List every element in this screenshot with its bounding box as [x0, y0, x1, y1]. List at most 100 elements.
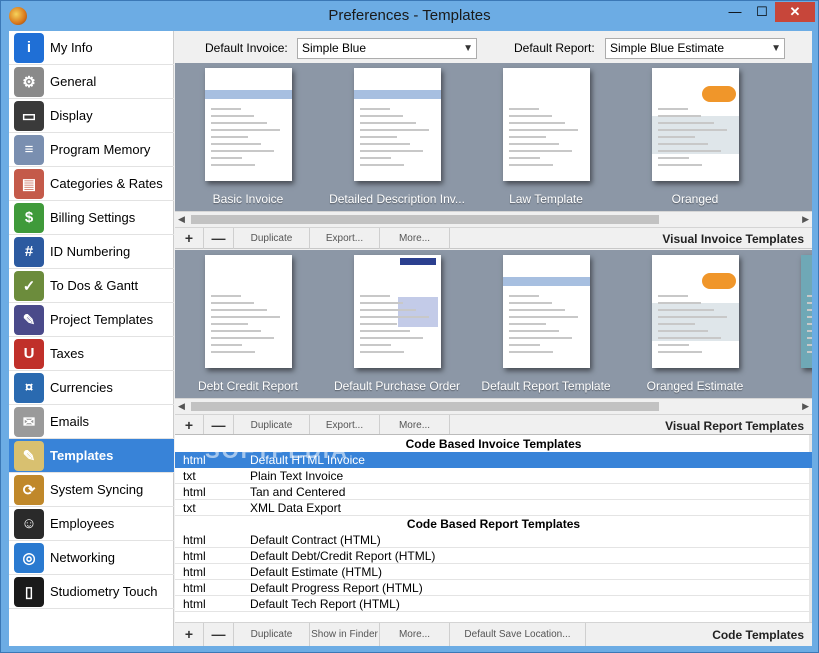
sidebar-item-label: General [50, 74, 97, 89]
sidebar-item-templates[interactable]: ✎ Templates [9, 439, 174, 473]
sidebar-item-categories-rates[interactable]: ▤ Categories & Rates [9, 167, 174, 201]
template-name: Oranged Estimate [646, 379, 744, 393]
more-invoice-options-button[interactable]: More... [380, 228, 450, 249]
preview-decoration [211, 157, 242, 159]
preview-decoration [658, 136, 695, 138]
chevron-down-icon: ▼ [771, 43, 781, 54]
duplicate-code-template-button[interactable]: Duplicate [234, 623, 310, 646]
scrollbar-thumb[interactable] [191, 402, 659, 411]
template-name: Default Purchase Order [333, 379, 461, 393]
template-preview-5[interactable] [801, 255, 812, 368]
list-item[interactable]: txt Plain Text Invoice [175, 468, 812, 484]
preview-decoration [360, 351, 404, 353]
default-save-location-button[interactable]: Default Save Location... [450, 623, 586, 646]
template-preview-1[interactable] [205, 255, 292, 368]
sidebar-item-id-numbering[interactable]: # ID Numbering [9, 235, 174, 269]
scroll-right-icon[interactable]: ▶ [802, 212, 809, 227]
list-item[interactable]: html Default Debt/Credit Report (HTML) [175, 548, 812, 564]
sidebar-item-label: Emails [50, 414, 90, 429]
list-item[interactable]: html Tan and Centered [175, 484, 812, 500]
sidebar-item-label: Taxes [50, 346, 84, 361]
preview-decoration [807, 344, 812, 346]
remove-code-template-button[interactable]: — [204, 623, 234, 646]
todo-icon: ✓ [14, 270, 44, 301]
preview-decoration [509, 316, 578, 318]
invoice-gallery-scrollbar[interactable]: ◀ ▶ [175, 211, 812, 226]
template-type: html [183, 581, 206, 595]
preview-decoration [509, 129, 578, 131]
template-preview-3[interactable] [503, 68, 590, 181]
scroll-right-icon[interactable]: ▶ [802, 399, 809, 414]
sidebar-item-currencies[interactable]: ¤ Currencies [9, 371, 174, 405]
list-item[interactable]: html Default Tech Report (HTML) [175, 596, 812, 612]
add-invoice-template-button[interactable]: + [175, 228, 204, 249]
default-invoice-select[interactable]: Simple Blue ▼ [297, 38, 477, 59]
duplicate-report-template-button[interactable]: Duplicate [234, 415, 310, 436]
sidebar-item-display[interactable]: ▭ Display [9, 99, 174, 133]
sidebar-item-networking[interactable]: ◎ Networking [9, 541, 174, 575]
list-item[interactable]: html Default Contract (HTML) [175, 532, 812, 548]
report-gallery-scrollbar[interactable]: ◀ ▶ [175, 398, 812, 413]
remove-invoice-template-button[interactable]: — [204, 228, 234, 249]
list-item[interactable]: html Default Progress Report (HTML) [175, 580, 812, 596]
sidebar-item-label: Categories & Rates [50, 176, 163, 191]
default-report-select[interactable]: Simple Blue Estimate ▼ [605, 38, 785, 59]
sidebar-item-billing-settings[interactable]: $ Billing Settings [9, 201, 174, 235]
scroll-left-icon[interactable]: ◀ [178, 399, 185, 414]
sync-icon: ⟳ [14, 474, 44, 505]
list-item[interactable]: html Default Estimate (HTML) [175, 564, 812, 580]
template-preview-4[interactable] [652, 255, 739, 368]
more-report-options-button[interactable]: More... [380, 415, 450, 436]
sidebar-item-taxes[interactable]: U Taxes [9, 337, 174, 371]
close-button[interactable]: ✕ [775, 2, 815, 22]
maximize-button[interactable]: ☐ [749, 2, 775, 22]
sidebar-item-studiometry-touch[interactable]: ▯ Studiometry Touch [9, 575, 174, 609]
preview-decoration [658, 295, 688, 297]
sidebar-item-emails[interactable]: ✉ Emails [9, 405, 174, 439]
export-invoice-template-button[interactable]: Export... [310, 228, 380, 249]
sidebar-item-system-syncing[interactable]: ⟳ System Syncing [9, 473, 174, 507]
add-report-template-button[interactable]: + [175, 415, 204, 436]
template-preview-2[interactable] [354, 68, 441, 181]
preview-decoration [509, 157, 540, 159]
template-name: Default Progress Report (HTML) [250, 581, 423, 595]
sidebar-item-employees[interactable]: ☺ Employees [9, 507, 174, 541]
template-preview-4[interactable] [652, 68, 739, 181]
preview-decoration [658, 344, 689, 346]
template-type: html [183, 565, 206, 579]
template-preview-2[interactable] [354, 255, 441, 368]
preview-decoration [360, 129, 429, 131]
template-preview-1[interactable] [205, 68, 292, 181]
sidebar-item-general[interactable]: ⚙ General [9, 65, 174, 99]
preview-decoration [509, 309, 565, 311]
more-code-options-button[interactable]: More... [380, 623, 450, 646]
sidebar-item-label: System Syncing [50, 482, 144, 497]
template-preview-3[interactable] [503, 255, 590, 368]
template-name: Debt Credit Report [197, 379, 299, 393]
list-item[interactable]: html Default HTML Invoice [175, 452, 812, 468]
scrollbar-thumb[interactable] [191, 215, 659, 224]
employees-icon: ☺ [14, 508, 44, 539]
title-bar: Preferences - Templates — ☐ ✕ [1, 1, 818, 31]
preview-decoration [211, 337, 274, 339]
preview-decoration [658, 129, 727, 131]
scroll-left-icon[interactable]: ◀ [178, 212, 185, 227]
sidebar-item-project-templates[interactable]: ✎ Project Templates [9, 303, 174, 337]
preview-decoration [807, 323, 812, 325]
visual-report-templates-label: Visual Report Templates [665, 419, 804, 433]
duplicate-invoice-template-button[interactable]: Duplicate [234, 228, 310, 249]
add-code-template-button[interactable]: + [175, 623, 204, 646]
preview-decoration [211, 108, 241, 110]
list-item[interactable]: txt XML Data Export [175, 500, 812, 516]
show-in-finder-button[interactable]: Show in Finder [310, 623, 380, 646]
sidebar-item-my-info[interactable]: i My Info [9, 31, 174, 65]
preview-decoration [658, 323, 695, 325]
export-report-template-button[interactable]: Export... [310, 415, 380, 436]
sidebar-item-to-dos-gantt[interactable]: ✓ To Dos & Gantt [9, 269, 174, 303]
remove-report-template-button[interactable]: — [204, 415, 234, 436]
preview-decoration [807, 330, 812, 332]
preview-decoration [360, 323, 397, 325]
minimize-button[interactable]: — [721, 2, 749, 22]
sidebar-item-program-memory[interactable]: ≡ Program Memory [9, 133, 174, 167]
preview-decoration [360, 302, 403, 304]
